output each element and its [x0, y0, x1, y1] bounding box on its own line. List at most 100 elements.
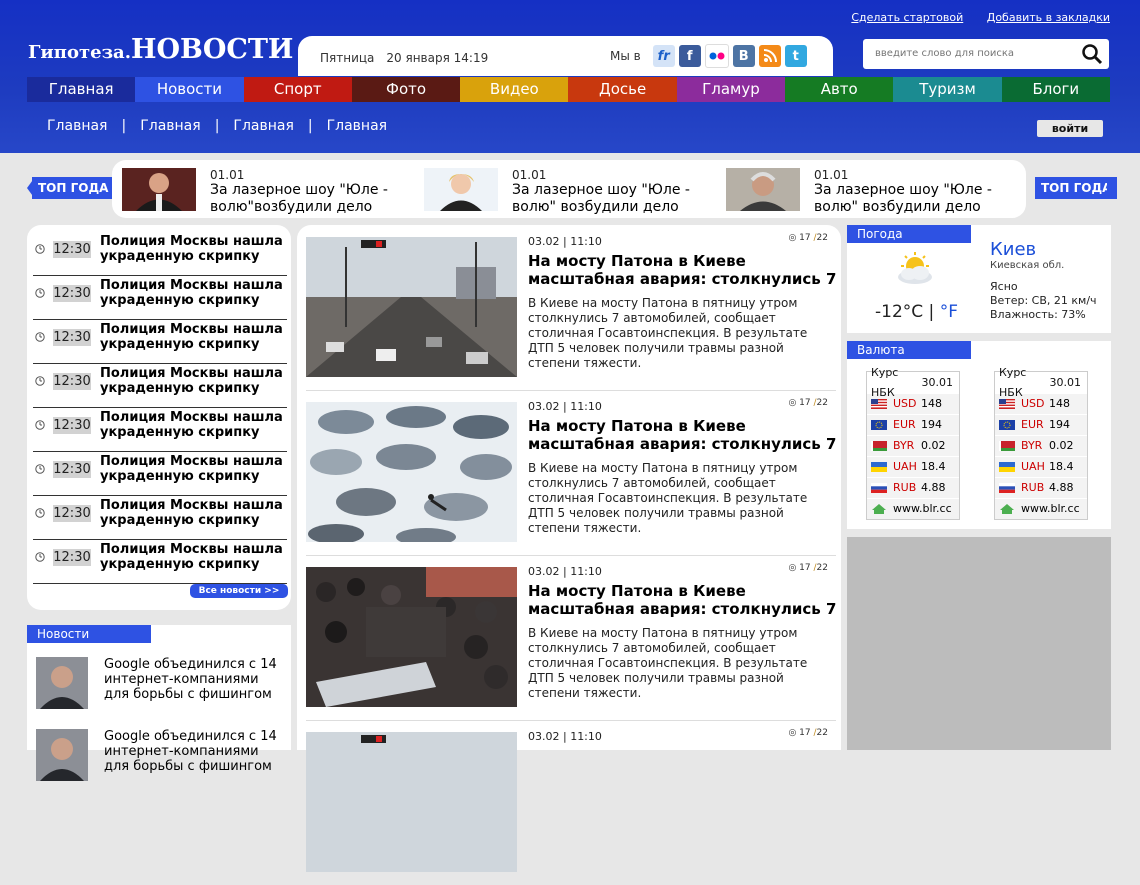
site-logo[interactable]: Гипотеза.НОВОСТИ	[28, 34, 293, 65]
latest-news-item[interactable]: 12:30 Полиция Москвы нашла украденную скр…	[33, 319, 287, 364]
nav-item-10[interactable]: Блоги	[1001, 77, 1110, 102]
nav-item-2[interactable]: Новости	[135, 77, 244, 102]
fahrenheit-toggle[interactable]: °F	[940, 302, 958, 322]
latest-news-time: 12:30	[53, 417, 91, 434]
latest-news-panel: Все новости >> 12:30 Полиция Москвы нашла…	[27, 225, 291, 610]
article-title[interactable]: На мосту Патона в Киеве масштабная авари…	[528, 252, 838, 288]
current-datetime: 20 января 14:19	[386, 51, 489, 65]
top-item-title[interactable]: За лазерное шоу "Юле - волю"возбудили де…	[210, 182, 410, 216]
currency-widget: Валюта Курс НБК 30.01 USD 148 EUR 194 BYR 0.02 U…	[847, 341, 1111, 529]
weather-city[interactable]: Киев	[990, 239, 1036, 260]
latest-news-item[interactable]: 12:30 Полиция Москвы нашла украденную скр…	[33, 539, 287, 584]
latest-news-item[interactable]: 12:30 Полиция Москвы нашла украденную скр…	[33, 363, 287, 408]
latest-news-time: 12:30	[53, 373, 91, 390]
top-item-title[interactable]: За лазерное шоу "Юле - волю" возбудили д…	[512, 182, 712, 216]
news-box-item-title[interactable]: Google объединился с 14 интернет-компани…	[104, 657, 284, 702]
date-social-box: Пятница 20 января 14:19 Мы в fr f B t	[298, 36, 833, 76]
flickr-dots	[709, 52, 725, 60]
search-input[interactable]	[873, 47, 1067, 60]
comment-count: 22	[816, 728, 828, 738]
news-box-item-title[interactable]: Google объединился с 14 интернет-компани…	[104, 729, 284, 774]
current-day: Пятница	[320, 51, 375, 65]
views-icon: ◎	[788, 233, 797, 243]
latest-news-title[interactable]: Полиция Москвы нашла украденную скрипку	[100, 498, 288, 528]
latest-news-title[interactable]: Полиция Москвы нашла украденную скрипку	[100, 410, 288, 440]
views-icon: ◎	[788, 563, 797, 573]
currency-row: BYR 0.02	[867, 435, 959, 456]
top-item-date: 01.01	[814, 168, 849, 182]
rss-waves	[763, 49, 777, 63]
article-card[interactable]: 03.02 | 11:10 ◎ 17 ∕22 На мосту Патона в…	[306, 555, 836, 721]
top-year-label-right[interactable]: ТОП ГОДА	[1035, 177, 1118, 199]
subnav-item-2[interactable]: Главная	[140, 118, 200, 134]
article-card[interactable]: 03.02 | 11:10 ◎ 17 ∕22	[306, 720, 836, 885]
add-bookmark-link[interactable]: Добавить в закладки	[987, 11, 1110, 24]
views-icon: ◎	[788, 728, 797, 738]
top-item-title[interactable]: За лазерное шоу "Юле - волю" возбудили д…	[814, 182, 1014, 216]
nav-item-6[interactable]: Досье	[568, 77, 677, 102]
facebook-icon[interactable]: f	[678, 45, 701, 67]
nav-item-4[interactable]: Фото	[351, 77, 461, 102]
all-news-button[interactable]: Все новости >>	[190, 584, 288, 598]
top-item-photo	[122, 168, 196, 211]
main-nav: Главная Новости Спорт Фото Видео Досье Гламур А…	[27, 77, 1110, 102]
top-item-photo	[726, 168, 800, 211]
rss-icon[interactable]	[758, 45, 781, 67]
currency-value: 18.4	[1049, 460, 1074, 473]
make-homepage-link[interactable]: Сделать стартовой	[851, 11, 963, 24]
latest-news-title[interactable]: Полиция Москвы нашла украденную скрипку	[100, 366, 288, 396]
top-year-label-left[interactable]: ТОП ГОДА	[32, 177, 115, 199]
latest-news-title[interactable]: Полиция Москвы нашла украденную скрипку	[100, 278, 288, 308]
latest-news-title[interactable]: Полиция Москвы нашла украденную скрипку	[100, 322, 288, 352]
subnav-separator: |	[307, 118, 313, 134]
clock-icon	[35, 552, 45, 562]
article-card[interactable]: 03.02 | 11:10 ◎ 17 ∕22 На мосту Патона в…	[306, 225, 836, 391]
search-box	[863, 39, 1109, 69]
clock-icon	[35, 508, 45, 518]
currency-head-value: 30.01	[921, 376, 954, 389]
article-title[interactable]: На мосту Патона в Киеве масштабная авари…	[528, 582, 838, 618]
latest-news-title[interactable]: Полиция Москвы нашла украденную скрипку	[100, 542, 288, 572]
nav-item-5[interactable]: Видео	[460, 77, 569, 102]
subnav-separator: |	[214, 118, 220, 134]
currency-source[interactable]: www.blr.cc	[1021, 499, 1080, 519]
currency-head: Курс НБК 30.01	[867, 366, 959, 399]
latest-news-title[interactable]: Полиция Москвы нашла украденную скрипку	[100, 234, 288, 264]
currency-source-row[interactable]: www.blr.cc	[867, 498, 959, 519]
currency-code: USD	[1021, 397, 1045, 410]
twitter-icon[interactable]: t	[784, 45, 807, 67]
nav-item-3[interactable]: Спорт	[243, 77, 352, 102]
latest-news-item[interactable]: 12:30 Полиция Москвы нашла украденную скр…	[33, 495, 287, 540]
vkontakte-icon[interactable]: B	[732, 45, 755, 67]
article-title[interactable]: На мосту Патона в Киеве масштабная авари…	[528, 417, 838, 453]
subnav-item-1[interactable]: Главная	[47, 118, 107, 134]
nav-item-8[interactable]: Авто	[785, 77, 894, 102]
nav-item-1[interactable]: Главная	[27, 77, 136, 102]
currency-source-row[interactable]: www.blr.cc	[995, 498, 1087, 519]
latest-news-item[interactable]: 12:30 Полиция Москвы нашла украденную скр…	[33, 407, 287, 452]
weather-humidity: Влажность: 73%	[990, 308, 1086, 321]
nav-item-9[interactable]: Туризм	[893, 77, 1002, 102]
subnav-item-3[interactable]: Главная	[233, 118, 293, 134]
currency-code: BYR	[893, 439, 915, 452]
latest-news-item[interactable]: 12:30 Полиция Москвы нашла украденную скр…	[33, 231, 287, 276]
latest-news-item[interactable]: 12:30 Полиция Москвы нашла украденную скр…	[33, 275, 287, 320]
latest-news-title[interactable]: Полиция Москвы нашла украденную скрипку	[100, 454, 288, 484]
article-meta: 03.02 | 11:10	[528, 400, 602, 413]
friendfeed-icon[interactable]: fr	[652, 45, 675, 67]
top-next-arrow-icon[interactable]	[1107, 177, 1115, 199]
login-button[interactable]: войти	[1037, 120, 1103, 137]
latest-news-item[interactable]: 12:30 Полиция Москвы нашла украденную скр…	[33, 451, 287, 496]
currency-code: UAH	[1021, 460, 1045, 473]
articles-panel: 03.02 | 11:10 ◎ 17 ∕22 На мосту Патона в…	[297, 225, 841, 872]
latest-news-time: 12:30	[53, 329, 91, 346]
article-meta: 03.02 | 11:10	[528, 235, 602, 248]
article-card[interactable]: 03.02 | 11:10 ◎ 17 ∕22 На мосту Патона в…	[306, 390, 836, 556]
nav-item-7[interactable]: Гламур	[676, 77, 786, 102]
subnav-item-4[interactable]: Главная	[327, 118, 387, 134]
flickr-icon[interactable]	[704, 44, 729, 68]
currency-code: UAH	[893, 460, 917, 473]
article-text: В Киеве на мосту Патона в пятницу утром …	[528, 296, 808, 370]
search-icon[interactable]	[1081, 43, 1103, 65]
currency-source[interactable]: www.blr.cc	[893, 499, 952, 519]
